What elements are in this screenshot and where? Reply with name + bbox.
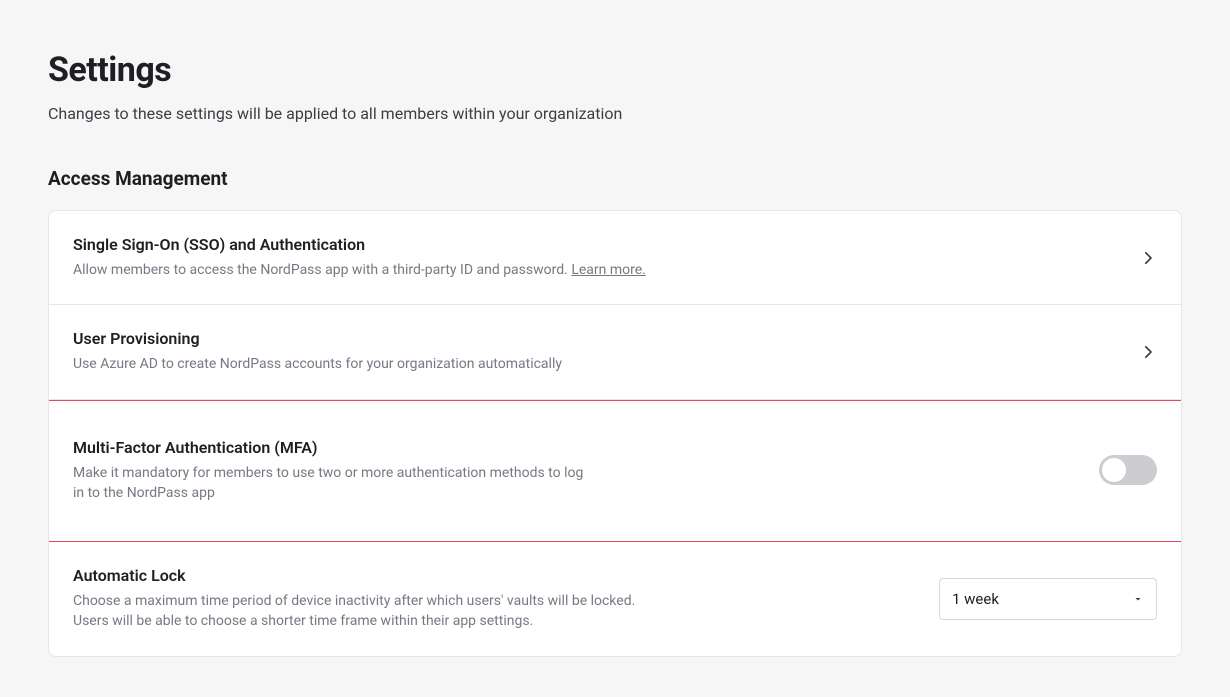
row-mfa: Multi-Factor Authentication (MFA) Make i… (49, 400, 1181, 543)
automatic-lock-select[interactable]: 1 week (939, 578, 1157, 620)
chevron-right-icon (1139, 249, 1157, 267)
toggle-knob (1102, 458, 1126, 482)
row-sso-desc: Allow members to access the NordPass app… (73, 260, 646, 280)
mfa-toggle[interactable] (1099, 455, 1157, 485)
learn-more-link[interactable]: Learn more. (571, 262, 646, 278)
page-title: Settings (48, 50, 1182, 90)
row-mfa-desc: Make it mandatory for members to use two… (73, 463, 593, 504)
row-mfa-title: Multi-Factor Authentication (MFA) (73, 438, 593, 457)
row-automatic-lock-desc: Choose a maximum time period of device i… (73, 591, 673, 632)
row-user-provisioning-desc: Use Azure AD to create NordPass accounts… (73, 354, 562, 374)
section-access-management-title: Access Management (48, 167, 1182, 190)
page-subtitle: Changes to these settings will be applie… (48, 104, 1182, 123)
chevron-right-icon (1139, 343, 1157, 361)
row-sso-title: Single Sign-On (SSO) and Authentication (73, 235, 646, 254)
caret-down-icon (1132, 593, 1144, 605)
access-management-panel: Single Sign-On (SSO) and Authentication … (48, 210, 1182, 657)
row-user-provisioning[interactable]: User Provisioning Use Azure AD to create… (49, 305, 1181, 399)
row-automatic-lock: Automatic Lock Choose a maximum time per… (49, 542, 1181, 656)
row-sso-desc-text: Allow members to access the NordPass app… (73, 262, 571, 278)
automatic-lock-select-value: 1 week (952, 590, 999, 608)
row-user-provisioning-title: User Provisioning (73, 329, 562, 348)
row-automatic-lock-title: Automatic Lock (73, 566, 673, 585)
row-sso[interactable]: Single Sign-On (SSO) and Authentication … (49, 211, 1181, 305)
